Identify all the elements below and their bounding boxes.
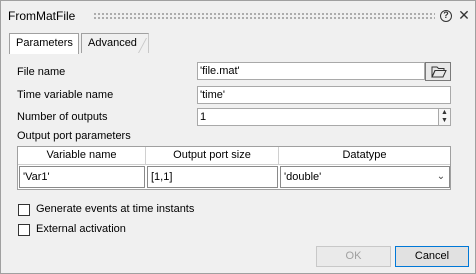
num-outputs-input[interactable]: 1 bbox=[197, 108, 439, 126]
title-bar[interactable]: FromMatFile ? ✕ bbox=[1, 1, 475, 29]
generate-events-checkbox[interactable] bbox=[18, 204, 30, 216]
dialog-window: FromMatFile ? ✕ Parameters Advanced File… bbox=[0, 0, 476, 274]
ok-button[interactable]: OK bbox=[316, 246, 391, 267]
drag-grip-icon[interactable] bbox=[93, 12, 435, 20]
folder-open-icon bbox=[431, 66, 447, 78]
chevron-down-icon[interactable]: ⌄ bbox=[434, 168, 448, 186]
cell-variable-name[interactable]: 'Var1' bbox=[19, 166, 145, 188]
cell-datatype-select[interactable]: 'double' ⌄ bbox=[280, 166, 450, 188]
num-outputs-label: Number of outputs bbox=[17, 111, 108, 123]
generate-events-label: Generate events at time instants bbox=[36, 203, 195, 215]
tab-advanced[interactable]: Advanced bbox=[81, 33, 149, 53]
time-variable-input[interactable]: 'time' bbox=[197, 86, 451, 104]
spin-up-icon[interactable]: ▲ bbox=[439, 109, 450, 117]
help-icon[interactable]: ? bbox=[440, 10, 452, 22]
output-params-label: Output port parameters bbox=[17, 130, 131, 142]
column-header-datatype: Datatype bbox=[279, 147, 450, 165]
column-header-variable-name: Variable name bbox=[18, 147, 146, 165]
spin-down-icon[interactable]: ▼ bbox=[439, 117, 450, 125]
output-params-table: Variable name Output port size Datatype … bbox=[17, 146, 451, 190]
cancel-button[interactable]: Cancel bbox=[395, 246, 469, 267]
file-name-label: File name bbox=[17, 66, 66, 78]
window-title: FromMatFile bbox=[8, 9, 76, 23]
time-variable-label: Time variable name bbox=[17, 89, 114, 101]
num-outputs-spinner[interactable]: ▲ ▼ bbox=[438, 108, 451, 126]
datatype-value: 'double' bbox=[284, 171, 322, 183]
file-name-input[interactable]: 'file.mat' bbox=[197, 62, 425, 80]
external-activation-checkbox[interactable] bbox=[18, 224, 30, 236]
external-activation-label: External activation bbox=[36, 223, 126, 235]
column-header-port-size: Output port size bbox=[146, 147, 279, 165]
tab-parameters[interactable]: Parameters bbox=[9, 33, 79, 54]
close-icon[interactable]: ✕ bbox=[458, 8, 470, 22]
browse-button[interactable] bbox=[425, 62, 451, 81]
cell-port-size[interactable]: [1,1] bbox=[147, 166, 278, 188]
